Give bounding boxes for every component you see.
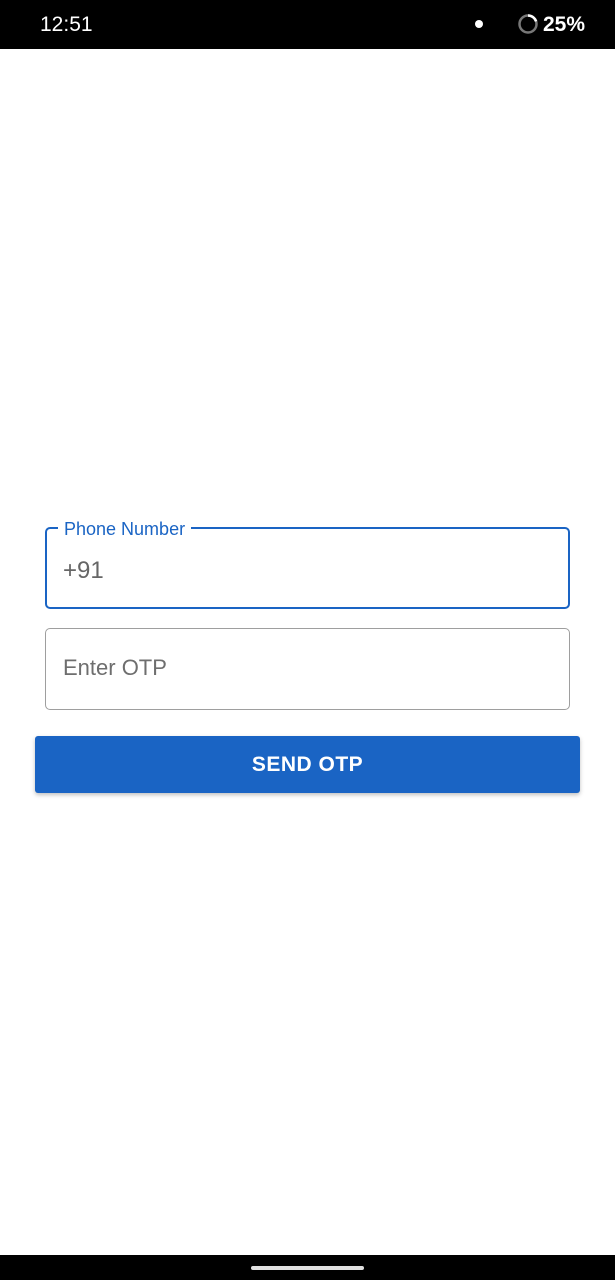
phone-number-input[interactable]: +91 (63, 556, 104, 586)
battery-percent: 25% (543, 13, 586, 36)
battery-icon (518, 14, 538, 34)
login-screen: 12:51 25% Phone Number +91 Enter OTP SEN… (0, 0, 615, 1280)
send-otp-button[interactable]: SEND OTP (35, 736, 580, 793)
status-bar: 12:51 25% (0, 0, 615, 49)
phone-number-label: Phone Number (58, 517, 192, 541)
send-otp-label: SEND OTP (251, 752, 364, 776)
otp-input[interactable]: Enter OTP (63, 654, 167, 682)
home-gesture-handle[interactable] (251, 1266, 364, 1270)
navigation-bar (0, 1255, 615, 1280)
notification-dot-icon (475, 20, 483, 28)
status-time: 12:51 (40, 13, 93, 36)
